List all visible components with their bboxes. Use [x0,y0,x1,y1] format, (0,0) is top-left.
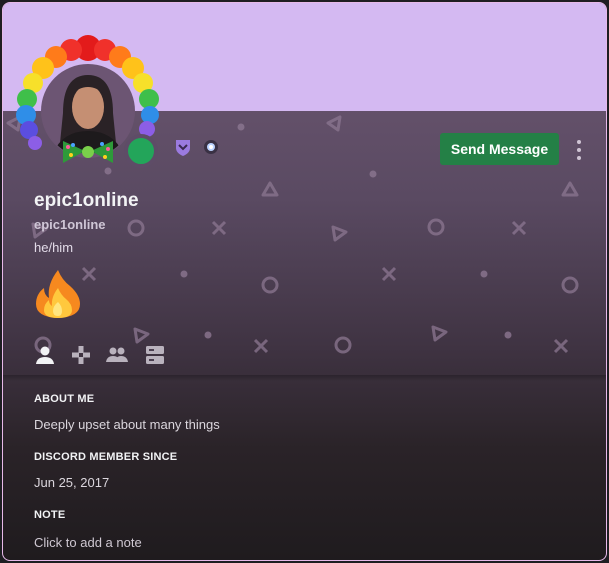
more-vertical-icon[interactable] [569,135,589,165]
online-status-indicator [124,134,158,168]
member-since-date: Jun 25, 2017 [34,475,110,490]
about-me-text: Deeply upset about many things [34,417,220,432]
username: epic1online [34,217,106,232]
pronouns: he/him [34,240,74,255]
member-since-title: DISCORD MEMBER SINCE [34,451,178,463]
avatar[interactable] [13,33,163,183]
friends-icon[interactable] [105,343,129,367]
about-me-title: ABOUT ME [34,393,95,405]
hypesquad-shield-icon[interactable] [173,137,193,157]
display-name: epic1online [34,190,139,211]
servers-icon[interactable] [143,343,167,367]
section-divider [3,375,606,381]
gamepad-icon[interactable] [69,343,93,367]
note-input[interactable] [34,533,334,551]
send-message-button[interactable]: Send Message [440,133,559,165]
fire-icon[interactable] [34,268,82,318]
profile-card: Send Message epic1online epic1online he/… [2,2,607,561]
user-icon[interactable] [33,343,57,367]
orb-badge-icon[interactable] [203,139,219,155]
note-title: NOTE [34,509,66,521]
